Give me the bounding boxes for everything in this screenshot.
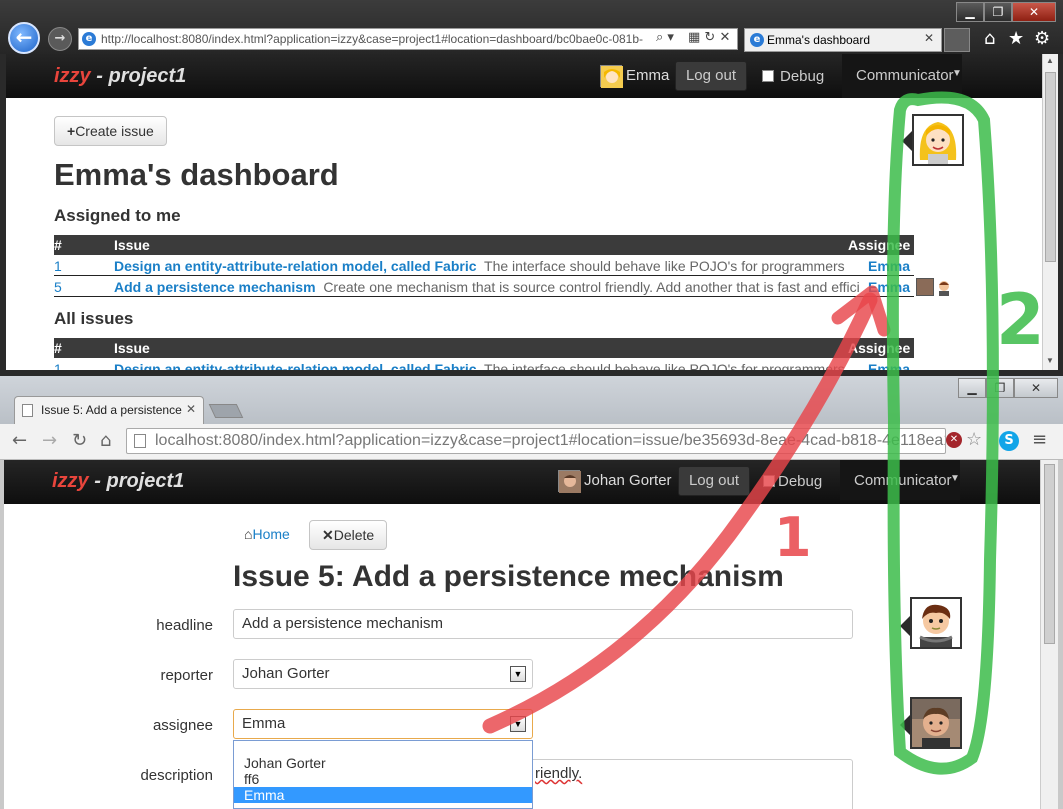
ie-tab-icon: e (750, 33, 764, 47)
chrome-window: ▁ ❐ ✕ Issue 5: Add a persistence ✕ ← → ↻… (0, 376, 1063, 809)
chrome-tab[interactable]: Issue 5: Add a persistence (14, 396, 204, 424)
back-arrow-icon[interactable]: ← (12, 430, 27, 451)
assignee-select[interactable]: Emma ▼ (233, 709, 533, 739)
refresh-icon[interactable]: ▦ ↻ ✕ (688, 30, 730, 45)
page-title: Emma's dashboard (54, 157, 339, 192)
avatar (600, 65, 623, 88)
close-window-button[interactable]: ✕ (1014, 378, 1058, 398)
communicator-label: Communicator (854, 472, 952, 489)
emma-avatar[interactable] (912, 114, 964, 166)
brand[interactable]: izzy - project1 (54, 65, 186, 88)
description-label: description (140, 767, 213, 784)
assignee-label: assignee (152, 717, 213, 734)
debug-checkbox[interactable] (762, 70, 774, 82)
ie-page-icon: e (82, 32, 96, 46)
menu-icon[interactable]: ≡ (1032, 429, 1047, 450)
page-title: Issue 5: Add a persistence mechanism (233, 560, 784, 593)
ie-tab[interactable]: Emma's dashboard (744, 28, 942, 52)
dropdown-option[interactable]: Johan Gorter (234, 755, 532, 771)
all-issues-heading: All issues (54, 309, 134, 328)
issue-scrollbar[interactable] (1040, 460, 1058, 809)
delete-button[interactable]: ✕Delete (309, 520, 388, 550)
navbar: izzy - project1 Emma Log out Debug Commu… (6, 54, 1042, 98)
dashboard-page: izzy - project1 Emma Log out Debug Commu… (6, 54, 1042, 370)
debug-label: Debug (778, 473, 823, 490)
avatar-pointer (900, 616, 910, 636)
back-arrow-icon[interactable]: ← (8, 22, 40, 54)
assignee-dropdown: Johan Gorter ff6 Emma (233, 740, 533, 809)
gear-icon[interactable]: ⚙ (1034, 28, 1050, 49)
debug-label: Debug (780, 68, 825, 85)
avatar-pointer (900, 715, 910, 735)
close-window-button[interactable]: ✕ (1012, 2, 1056, 22)
logout-button[interactable]: Log out (678, 466, 750, 496)
close-tab-icon[interactable]: ✕ (924, 31, 934, 45)
table-row[interactable]: 1 Design an entity-attribute-relation mo… (54, 358, 914, 370)
table-row[interactable]: 5 Add a persistence mechanism Create one… (54, 276, 914, 297)
close-icon: ✕ (322, 527, 334, 543)
navbar: izzy - project1 Johan Gorter Log out Deb… (4, 460, 1040, 504)
cartoon-avatar-small (936, 280, 952, 296)
address-bar[interactable]: http://localhost:8080/index.html?applica… (78, 28, 738, 50)
home-icon[interactable]: ⌂ (984, 28, 995, 49)
caret-down-icon: ▼ (952, 68, 962, 79)
plus-icon: + (67, 123, 76, 139)
all-table-header: # Issue Assignee (54, 338, 914, 358)
scrollbar-thumb[interactable] (1045, 72, 1056, 262)
communicator-menu[interactable]: Communicator ▼ (840, 460, 960, 500)
dropdown-option[interactable]: ff6 (234, 771, 532, 787)
reporter-label: reporter (160, 667, 213, 684)
communicator-label: Communicator (856, 67, 954, 84)
caret-down-icon: ▼ (950, 473, 960, 484)
scrollbar-thumb[interactable] (1044, 464, 1055, 644)
address-bar[interactable]: localhost:8080/index.html?application=iz… (126, 428, 946, 454)
chevron-down-icon[interactable]: ▼ (510, 716, 526, 732)
avatar (558, 470, 581, 493)
skype-icon[interactable]: S (999, 431, 1019, 451)
star-icon[interactable]: ★ (1008, 28, 1024, 49)
blocked-icon[interactable]: ✕ (946, 432, 962, 448)
headline-label: headline (156, 617, 213, 634)
communicator-menu[interactable]: Communicator ▼ (842, 54, 962, 98)
new-tab-button[interactable] (208, 404, 244, 418)
johan-avatar-small (916, 278, 934, 296)
logout-button[interactable]: Log out (675, 61, 747, 91)
ie-window: ▁ ❐ ✕ ← → http://localhost:8080/index.ht… (0, 0, 1063, 376)
reload-icon[interactable]: ↻ (72, 430, 87, 451)
headline-input[interactable]: Add a persistence mechanism (233, 609, 853, 639)
forward-arrow-icon[interactable]: → (42, 430, 57, 451)
create-issue-button[interactable]: +Create issue (54, 116, 167, 146)
assigned-heading: Assigned to me (54, 206, 181, 225)
home-link[interactable]: ⌂Home (244, 526, 290, 542)
maximize-button[interactable]: ❐ (984, 2, 1012, 22)
current-user[interactable]: Johan Gorter (584, 472, 672, 489)
star-icon[interactable]: ☆ (966, 429, 982, 450)
johan-avatar[interactable] (910, 697, 962, 749)
page-icon (22, 404, 33, 417)
cartoon-avatar[interactable] (910, 597, 962, 649)
maximize-button[interactable]: ❐ (986, 378, 1014, 398)
new-tab-button[interactable] (944, 28, 970, 52)
minimize-button[interactable]: ▁ (956, 2, 984, 22)
description-textarea[interactable]: riendly. (533, 759, 853, 809)
issue-page: izzy - project1 Johan Gorter Log out Deb… (4, 460, 1040, 809)
forward-arrow-icon[interactable]: → (48, 27, 72, 51)
debug-checkbox[interactable] (763, 475, 775, 487)
avatar-pointer (902, 131, 912, 151)
dashboard-scrollbar[interactable]: ▲ ▼ (1042, 54, 1058, 370)
table-row[interactable]: 1 Design an entity-attribute-relation mo… (54, 255, 914, 276)
reporter-select[interactable]: Johan Gorter ▼ (233, 659, 533, 689)
assigned-table-header: # Issue Assignee (54, 235, 914, 255)
brand[interactable]: izzy - project1 (52, 470, 184, 493)
page-icon (134, 434, 146, 448)
home-icon[interactable]: ⌂ (100, 430, 111, 451)
minimize-button[interactable]: ▁ (958, 378, 986, 398)
search-icon[interactable]: ⌕ ▾ (656, 30, 674, 45)
dropdown-option-selected[interactable]: Emma (234, 787, 532, 803)
close-tab-icon[interactable]: ✕ (186, 402, 196, 416)
chevron-down-icon[interactable]: ▼ (510, 666, 526, 682)
current-user[interactable]: Emma (626, 67, 669, 84)
